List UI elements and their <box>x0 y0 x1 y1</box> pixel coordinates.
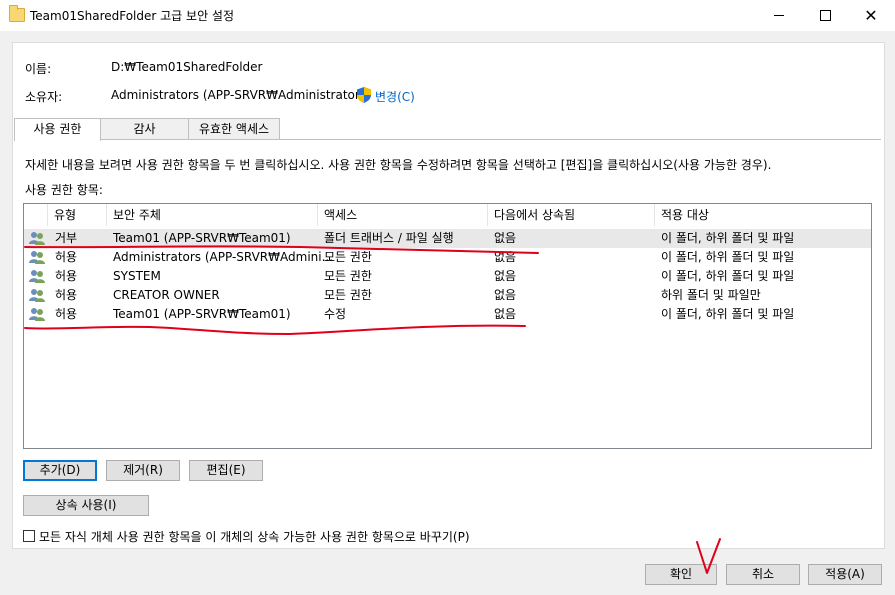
row-inherited: 없음 <box>494 250 517 264</box>
enable-inheritance-button[interactable]: 상속 사용(I) <box>23 495 149 516</box>
table-row[interactable]: 허용 CREATOR OWNER 모든 권한 없음 하위 폴더 및 파일만 <box>24 286 871 305</box>
tab-effective-access[interactable]: 유효한 액세스 <box>188 118 280 139</box>
header-type-label: 유형 <box>54 208 77 222</box>
row-type: 허용 <box>55 288 78 302</box>
row-applies: 이 폴더, 하위 폴더 및 파일 <box>661 231 795 245</box>
header-type[interactable]: 유형 <box>48 204 107 226</box>
row-type: 허용 <box>55 307 78 321</box>
table-row[interactable]: 허용 Team01 (APP-SRVR₩Team01) 수정 없음 이 폴더, … <box>24 305 871 324</box>
folder-icon <box>9 5 25 22</box>
replace-child-permissions-label: 모든 자식 개체 사용 권한 항목을 이 개체의 상속 가능한 사용 권한 항목… <box>39 530 470 544</box>
row-inherited: 없음 <box>494 231 517 245</box>
apply-button[interactable]: 적용(A) <box>808 564 882 585</box>
header-applies-to[interactable]: 적용 대상 <box>655 204 871 226</box>
table-row[interactable]: 허용 SYSTEM 모든 권한 없음 이 폴더, 하위 폴더 및 파일 <box>24 267 871 286</box>
add-button[interactable]: 추가(D) <box>23 460 97 481</box>
header-inherited-from[interactable]: 다음에서 상속됨 <box>488 204 655 226</box>
row-principal: CREATOR OWNER <box>113 288 220 302</box>
row-principal: SYSTEM <box>113 269 161 283</box>
header-principal[interactable]: 보안 주체 <box>107 204 318 226</box>
tab-auditing[interactable]: 감사 <box>100 118 189 139</box>
row-applies: 하위 폴더 및 파일만 <box>661 288 761 302</box>
users-icon <box>29 270 45 283</box>
cancel-button[interactable]: 취소 <box>726 564 800 585</box>
row-inherited: 없음 <box>494 288 517 302</box>
row-inherited: 없음 <box>494 269 517 283</box>
minimize-icon <box>774 15 784 16</box>
tab-effective-access-label: 유효한 액세스 <box>198 122 270 136</box>
row-inherited: 없음 <box>494 307 517 321</box>
row-type: 허용 <box>55 250 78 264</box>
header-principal-label: 보안 주체 <box>113 208 161 222</box>
row-type: 허용 <box>55 269 78 283</box>
tab-panel-border <box>14 139 881 140</box>
entries-label: 사용 권한 항목: <box>25 183 103 197</box>
header-access[interactable]: 액세스 <box>318 204 488 226</box>
users-icon <box>29 308 45 321</box>
row-type: 거부 <box>55 231 78 245</box>
users-icon <box>29 232 45 245</box>
ok-button[interactable]: 확인 <box>645 564 717 585</box>
replace-child-permissions-checkbox[interactable] <box>23 530 35 542</box>
tab-auditing-label: 감사 <box>133 122 156 136</box>
header-icon-column <box>24 204 48 226</box>
tab-permissions[interactable]: 사용 권한 <box>14 118 101 141</box>
uac-shield-icon <box>357 87 371 103</box>
row-access: 모든 권한 <box>324 269 372 283</box>
row-access: 수정 <box>324 307 347 321</box>
row-applies: 이 폴더, 하위 폴더 및 파일 <box>661 307 795 321</box>
tab-permissions-label: 사용 권한 <box>33 122 82 136</box>
name-label: 이름: <box>25 62 52 76</box>
header-applies-label: 적용 대상 <box>661 208 709 222</box>
change-owner-link[interactable]: 변경(C) <box>375 88 415 105</box>
row-access: 모든 권한 <box>324 250 372 264</box>
name-value: D:₩Team01SharedFolder <box>111 60 263 74</box>
list-header: 유형 보안 주체 액세스 다음에서 상속됨 적용 대상 <box>24 204 871 226</box>
maximize-button[interactable] <box>802 0 848 31</box>
minimize-button[interactable] <box>756 0 802 31</box>
table-row[interactable]: 허용 Administrators (APP-SRVR₩Admini... 모든… <box>24 248 871 267</box>
owner-value: Administrators (APP-SRVR₩Administrators) <box>111 88 371 102</box>
remove-button[interactable]: 제거(R) <box>106 460 180 481</box>
header-inherited-label: 다음에서 상속됨 <box>494 208 576 222</box>
close-button[interactable]: ✕ <box>848 0 894 31</box>
edit-button[interactable]: 편집(E) <box>189 460 263 481</box>
close-icon: ✕ <box>864 5 878 25</box>
users-icon <box>29 289 45 302</box>
row-principal: Team01 (APP-SRVR₩Team01) <box>113 307 291 321</box>
table-row[interactable]: 거부 Team01 (APP-SRVR₩Team01) 폴더 트래버스 / 파일… <box>24 229 871 248</box>
row-access: 폴더 트래버스 / 파일 실행 <box>324 231 454 245</box>
row-principal: Administrators (APP-SRVR₩Admini... <box>113 250 334 264</box>
row-applies: 이 폴더, 하위 폴더 및 파일 <box>661 269 795 283</box>
permission-entries-list[interactable]: 유형 보안 주체 액세스 다음에서 상속됨 적용 대상 거부 Team01 (A… <box>23 203 872 449</box>
header-access-label: 액세스 <box>324 208 358 222</box>
owner-label: 소유자: <box>25 90 63 104</box>
title-bar: Team01SharedFolder 고급 보안 설정 ✕ <box>0 0 895 31</box>
instructions-text: 자세한 내용을 보려면 사용 권한 항목을 두 번 클릭하십시오. 사용 권한 … <box>25 158 772 172</box>
row-applies: 이 폴더, 하위 폴더 및 파일 <box>661 250 795 264</box>
row-access: 모든 권한 <box>324 288 372 302</box>
maximize-icon <box>819 10 831 21</box>
users-icon <box>29 251 45 264</box>
row-principal: Team01 (APP-SRVR₩Team01) <box>113 231 291 245</box>
window-title: Team01SharedFolder 고급 보안 설정 <box>30 9 235 23</box>
